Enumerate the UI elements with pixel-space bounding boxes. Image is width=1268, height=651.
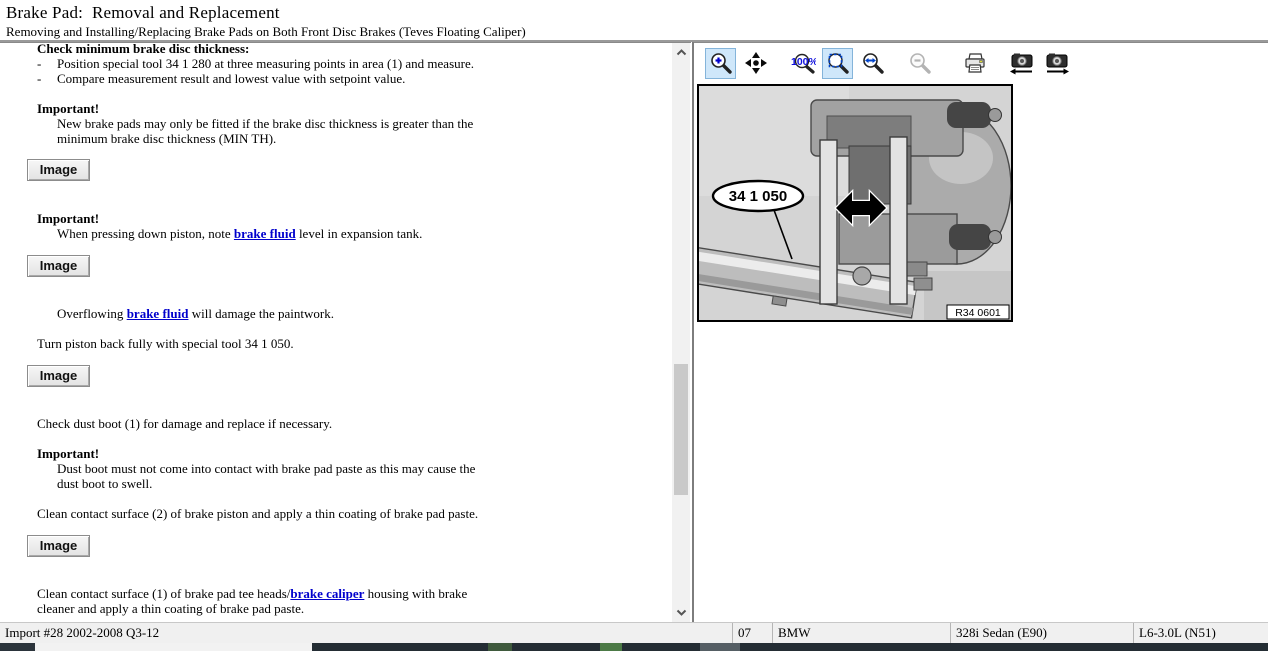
image-button[interactable]: Image <box>27 365 90 387</box>
scroll-down-arrow-icon[interactable] <box>672 604 690 621</box>
paragraph-clean-caliper: Clean contact surface (1) of brake pad t… <box>37 586 482 616</box>
bullet-marker: - <box>37 71 42 86</box>
next-image-button[interactable] <box>1041 48 1072 79</box>
main-area: Check minimum brake disc thickness: - Po… <box>0 42 1268 622</box>
scroll-up-arrow-icon[interactable] <box>672 44 690 61</box>
article-content: Check minimum brake disc thickness: - Po… <box>0 42 691 616</box>
taskbar-strip[interactable] <box>0 643 1268 651</box>
status-engine: L6-3.0L (N51) <box>1133 623 1268 643</box>
important-block: Important! New brake pads may only be fi… <box>37 101 691 146</box>
print-button[interactable] <box>959 48 990 79</box>
important-label: Important! <box>37 101 100 116</box>
figure-toolbar: 100% <box>694 43 1268 83</box>
status-year-code: 07 <box>732 623 772 643</box>
zoom-width-icon <box>862 53 884 74</box>
paragraph-overflow: Overflowing brake fluid will damage the … <box>57 306 491 321</box>
zoom-out-icon <box>909 53 931 74</box>
important-label: Important! <box>37 211 100 226</box>
brake-caliper-link[interactable]: brake caliper <box>290 586 364 601</box>
list-item-text: Compare measurement result and lowest va… <box>57 71 406 86</box>
figure-pane: 100% 34 1 050 R34 0601 <box>683 42 1268 622</box>
zoom-width-button[interactable] <box>857 48 888 79</box>
tool-number-text: 34 1 050 <box>729 188 787 205</box>
brake-fluid-link[interactable]: brake fluid <box>127 306 189 321</box>
brake-fluid-link[interactable]: brake fluid <box>234 226 296 241</box>
image-button[interactable]: Image <box>27 535 90 557</box>
status-bar: Import #28 2002-2008 Q3-12 07 BMW 328i S… <box>0 622 1268 643</box>
prev-image-icon <box>1009 53 1032 75</box>
text: level in expansion tank. <box>295 226 423 241</box>
section-heading: Check minimum brake disc thickness: <box>37 42 250 56</box>
zoom-100-icon: 100% <box>791 53 816 74</box>
svg-text:100%: 100% <box>791 56 816 68</box>
important-label: Important! <box>37 446 100 461</box>
figure-image[interactable]: 34 1 050 R34 0601 <box>683 84 1013 322</box>
zoom-in-icon <box>710 53 732 74</box>
print-icon <box>964 53 985 73</box>
important-body: When pressing down piston, note brake fl… <box>57 226 491 241</box>
prev-image-button[interactable] <box>1006 48 1037 79</box>
scrollbar-thumb[interactable] <box>674 364 688 495</box>
zoom-in-button[interactable] <box>705 47 736 79</box>
pan-button[interactable] <box>740 48 771 79</box>
list-item-text: Position special tool 34 1 280 at three … <box>57 56 474 71</box>
zoom-out-button <box>904 48 935 79</box>
text: Clean contact surface (1) of brake pad t… <box>37 586 291 601</box>
paragraph-dust-boot: Check dust boot (1) for damage and repla… <box>37 416 333 431</box>
status-import-info: Import #28 2002-2008 Q3-12 <box>5 625 160 640</box>
paragraph-turn-piston: Turn piston back fully with special tool… <box>37 336 294 351</box>
zoom-fit-button[interactable] <box>822 47 853 79</box>
list-item: - Position special tool 34 1 280 at thre… <box>37 56 691 71</box>
image-button[interactable]: Image <box>27 159 90 181</box>
article-pane: Check minimum brake disc thickness: - Po… <box>0 42 691 622</box>
page-title: Brake Pad: Removal and Replacement <box>6 3 280 22</box>
important-body: New brake pads may only be fitted if the… <box>57 116 474 146</box>
document-header: Brake Pad: Removal and Replacement Remov… <box>0 0 1268 42</box>
brake-caliper-photo: 34 1 050 R34 0601 <box>683 86 1012 320</box>
bullet-marker: - <box>37 56 42 71</box>
image-button[interactable]: Image <box>27 255 90 277</box>
paragraph-clean-piston: Clean contact surface (2) of brake pisto… <box>37 506 479 521</box>
status-model: 328i Sedan (E90) <box>950 623 1133 643</box>
list-item: - Compare measurement result and lowest … <box>37 71 691 86</box>
next-image-icon <box>1046 53 1069 75</box>
text: Overflowing <box>57 306 127 321</box>
important-block: Important! When pressing down piston, no… <box>37 211 691 241</box>
page-subtitle: Removing and Installing/Replacing Brake … <box>6 24 526 39</box>
figure-ref-text: R34 0601 <box>955 307 1001 319</box>
text: will damage the paintwork. <box>188 306 334 321</box>
status-make: BMW <box>772 623 950 643</box>
zoom-100-button[interactable]: 100% <box>787 48 818 79</box>
important-body: Dust boot must not come into contact wit… <box>57 461 476 491</box>
text: When pressing down piston, note <box>57 226 234 241</box>
vertical-scrollbar[interactable] <box>672 43 690 622</box>
zoom-fit-icon <box>827 53 849 74</box>
pan-icon <box>744 52 767 74</box>
important-block: Important! Dust boot must not come into … <box>37 446 691 491</box>
